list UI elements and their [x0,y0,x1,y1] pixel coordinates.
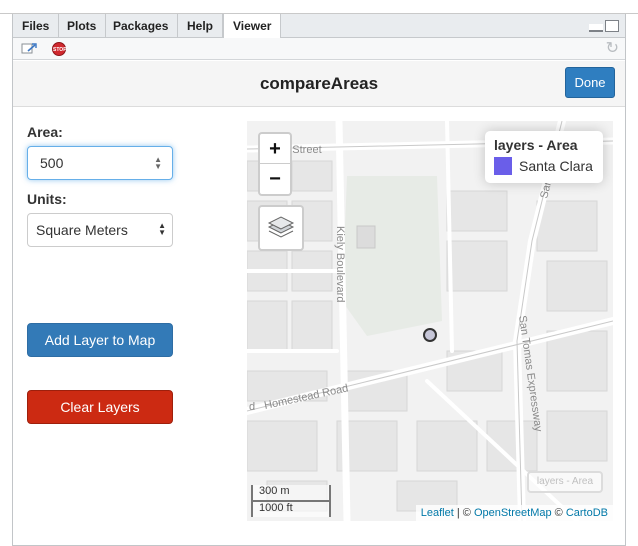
refresh-icon[interactable]: ↻ [606,41,619,57]
tab-help[interactable]: Help [178,14,224,38]
osm-link[interactable]: OpenStreetMap [474,507,552,519]
legend-swatch [494,157,512,175]
spinner-arrows-icon[interactable]: ▲ ▼ [154,156,162,171]
select-caret-icon: ▲ ▼ [158,221,166,237]
legend-row: Santa Clara [494,157,594,175]
viewer-export-icon[interactable] [21,42,37,61]
map-marker[interactable] [423,328,437,342]
cartodb-link[interactable]: CartoDB [566,507,608,519]
maximize-pane-button[interactable] [605,20,619,32]
layers-control-button[interactable] [258,205,304,251]
scale-bar: 300 m 1000 ft [251,485,331,517]
map-attribution: Leaflet | © OpenStreetMap © CartoDB [415,505,613,521]
add-layer-button[interactable]: Add Layer to Map [27,323,173,357]
leaflet-map[interactable]: on Street Kiely Boulevard San Tomas Expr… [247,121,613,521]
area-input-value: 500 [40,155,64,171]
ghost-legend: layers - Area [527,471,603,493]
layers-icon [267,216,295,238]
tab-plots[interactable]: Plots [58,14,107,38]
pane-window-controls [589,20,619,32]
units-select[interactable]: Square Meters ▲ ▼ [27,213,173,247]
stop-icon[interactable]: STOP [52,42,67,56]
zoom-out-button[interactable]: − [260,164,290,194]
units-label: Units: [27,191,67,207]
tab-viewer[interactable]: Viewer [223,14,282,39]
attrib-sep2: © [551,507,566,519]
street-label-kiely: Kiely Boulevard [334,226,346,302]
legend-title: layers - Area [494,137,578,153]
viewer-pane: Files Plots Packages Help Viewer STOP ↻ … [12,14,626,546]
zoom-in-button[interactable]: + [260,134,290,164]
street-label-d: d [249,401,255,413]
legend-label: Santa Clara [519,158,593,174]
gadget-title-bar: compareAreas Done [13,61,625,107]
viewer-toolbar: STOP ↻ [13,38,625,60]
attrib-sep: | © [453,507,474,519]
map-legend: layers - Area Santa Clara [485,131,603,183]
minimize-pane-button[interactable] [589,24,603,32]
area-numeric-input[interactable]: 500 ▲ ▼ [27,146,173,180]
tab-files[interactable]: Files [13,14,60,38]
pane-tab-bar: Files Plots Packages Help Viewer [13,14,625,39]
area-label: Area: [27,124,63,140]
leaflet-link[interactable]: Leaflet [421,507,454,519]
page-title: compareAreas [259,74,379,93]
window-top-strip [0,0,638,14]
zoom-control: + − [258,132,292,196]
scale-imperial: 1000 ft [251,500,331,517]
clear-layers-button[interactable]: Clear Layers [27,390,173,424]
tab-packages[interactable]: Packages [104,14,179,38]
done-button[interactable]: Done [565,67,615,98]
units-selected-value: Square Meters [36,222,128,238]
